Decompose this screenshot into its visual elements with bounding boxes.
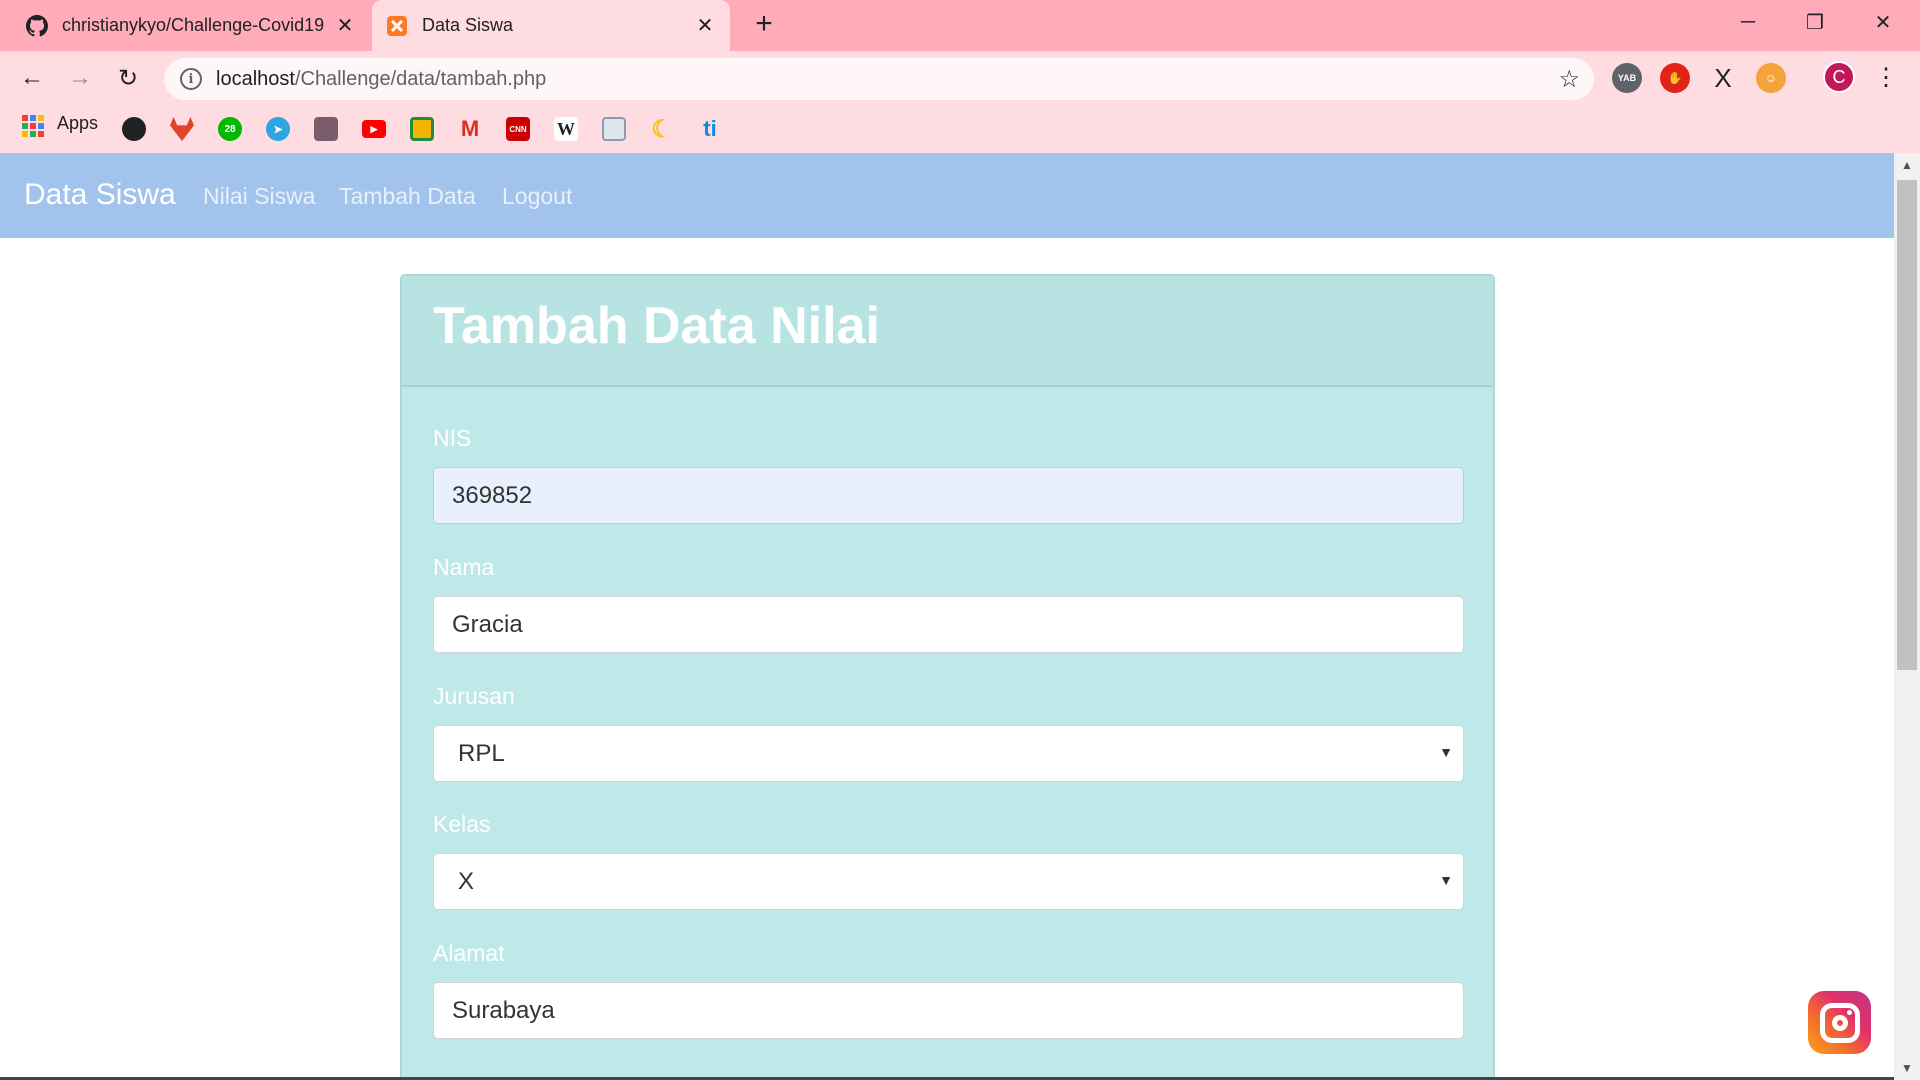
alamat-input[interactable]: Surabaya <box>433 982 1464 1039</box>
card-header: Tambah Data Nilai <box>402 276 1493 387</box>
chevron-down-icon: ▼ <box>1439 872 1453 888</box>
profile-avatar[interactable]: C <box>1823 61 1855 93</box>
photo-bookmark-icon[interactable] <box>314 117 338 141</box>
bookmarks-bar: 28 ➤ ▶ M CNN W ☾ ti <box>0 106 1920 152</box>
minimize-icon[interactable]: ─ <box>1715 0 1781 44</box>
browser-toolbar: ← → ↻ i localhost/Challenge/data/tambah.… <box>0 51 1920 106</box>
cnn-icon[interactable]: CNN <box>506 117 530 141</box>
google-classroom-icon[interactable] <box>410 117 434 141</box>
close-icon[interactable]: ✕ <box>334 15 356 37</box>
jurusan-select[interactable]: RPL ▼ <box>433 725 1464 782</box>
site-navbar: Data Siswa Nilai Siswa Tambah Data Logou… <box>0 153 1894 238</box>
more-menu-icon[interactable]: ⋮ <box>1874 62 1898 92</box>
forward-arrow-icon[interactable]: → <box>62 60 98 96</box>
address-bar[interactable]: i localhost/Challenge/data/tambah.php ☆ <box>164 58 1594 100</box>
chevron-down-icon: ▼ <box>1439 744 1453 760</box>
x-extension-icon[interactable]: X <box>1708 63 1738 93</box>
tab-data-siswa[interactable]: Data Siswa ✕ <box>372 0 730 51</box>
restore-icon[interactable]: ❐ <box>1782 0 1848 44</box>
scrollbar-thumb[interactable] <box>1897 180 1917 670</box>
gmail-icon[interactable]: M <box>458 116 482 141</box>
navbar-brand[interactable]: Data Siswa <box>24 178 176 212</box>
tab-title: christianykyo/Challenge-Covid19 <box>62 15 325 35</box>
wikipedia-icon[interactable]: W <box>554 117 578 141</box>
site-info-icon[interactable]: i <box>180 68 202 90</box>
kelas-label: Kelas <box>433 811 491 837</box>
nis-label: NIS <box>433 425 472 451</box>
nis-input[interactable]: 369852 <box>433 467 1464 524</box>
kelas-select[interactable]: X ▼ <box>433 853 1464 910</box>
nama-label: Nama <box>433 554 495 580</box>
scroll-down-arrow-icon[interactable]: ▼ <box>1894 1058 1920 1078</box>
form-card: Tambah Data Nilai NIS 369852 Nama Gracia… <box>400 274 1495 1080</box>
github-icon <box>26 14 48 37</box>
page-viewport: Data Siswa Nilai Siswa Tambah Data Logou… <box>0 153 1894 1080</box>
gitlab-icon[interactable] <box>170 117 194 141</box>
tab-github[interactable]: christianykyo/Challenge-Covid19 ✕ <box>12 0 370 51</box>
nav-link-logout[interactable]: Logout <box>502 183 572 210</box>
ti-icon[interactable]: ti <box>698 116 722 141</box>
nav-link-tambah-data[interactable]: Tambah Data <box>339 183 476 210</box>
line-badge-icon[interactable]: 28 <box>218 117 242 141</box>
bookmark-star-icon[interactable]: ☆ <box>1558 65 1580 94</box>
yab-extension-icon[interactable]: YAB <box>1612 63 1642 93</box>
github-icon[interactable] <box>122 117 146 141</box>
instagram-icon[interactable] <box>1808 991 1871 1054</box>
close-window-icon[interactable]: ✕ <box>1850 0 1916 44</box>
alamat-label: Alamat <box>433 940 505 966</box>
nama-input[interactable]: Gracia <box>433 596 1464 653</box>
nav-link-nilai-siswa[interactable]: Nilai Siswa <box>203 183 315 210</box>
page-title: Tambah Data Nilai <box>433 297 880 355</box>
new-tab-button[interactable]: + <box>748 7 780 40</box>
scroll-up-arrow-icon[interactable]: ▲ <box>1894 155 1920 175</box>
mascot-extension-icon[interactable]: ☺ <box>1756 63 1786 93</box>
moon-icon[interactable]: ☾ <box>650 116 674 143</box>
jurusan-selected-value: RPL <box>458 739 505 767</box>
xampp-icon <box>386 15 408 37</box>
back-arrow-icon[interactable]: ← <box>14 60 50 96</box>
reader-icon[interactable] <box>602 117 626 141</box>
tab-title: Data Siswa <box>422 15 514 35</box>
telegram-icon[interactable]: ➤ <box>266 117 290 141</box>
tab-strip: christianykyo/Challenge-Covid19 ✕ Data S… <box>0 0 1920 51</box>
kelas-selected-value: X <box>458 867 475 895</box>
adblock-extension-icon[interactable]: ✋ <box>1660 63 1690 93</box>
reload-icon[interactable]: ↻ <box>110 60 146 96</box>
close-icon[interactable]: ✕ <box>694 15 716 37</box>
youtube-icon[interactable]: ▶ <box>362 120 386 138</box>
url-text: localhost/Challenge/data/tambah.php <box>216 67 547 90</box>
jurusan-label: Jurusan <box>433 683 515 709</box>
